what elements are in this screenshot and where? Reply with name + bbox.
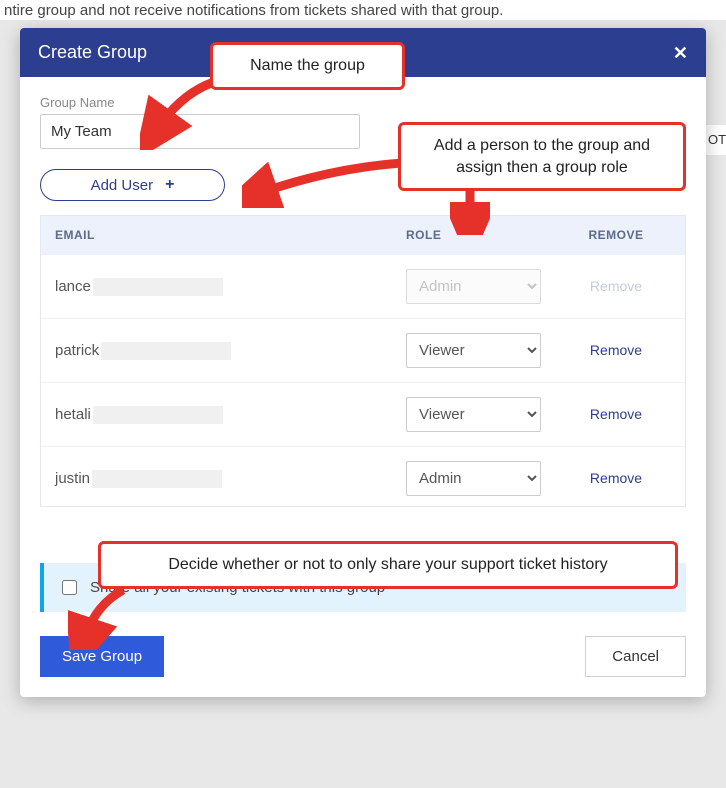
remove-cell: Remove [561, 470, 671, 488]
table-row: hetaliAdminViewer Remove [41, 382, 685, 446]
close-icon[interactable]: ✕ [673, 44, 688, 62]
background-fragment: OT [704, 125, 726, 155]
role-cell: AdminViewer [406, 333, 561, 368]
user-email: lance [55, 278, 406, 296]
remove-cell: Remove [561, 406, 671, 424]
user-email: justin [55, 470, 406, 488]
remove-cell: Remove [561, 278, 671, 296]
redacted-text [92, 470, 222, 488]
redacted-text [101, 342, 231, 360]
role-select[interactable]: AdminViewer [406, 461, 541, 496]
add-user-button[interactable]: Add User + [40, 169, 225, 201]
annotation-share-decide: Decide whether or not to only share your… [98, 541, 678, 589]
remove-cell: Remove [561, 342, 671, 360]
role-cell: AdminViewer [406, 269, 561, 304]
annotation-name-group: Name the group [210, 42, 405, 90]
column-header-email: EMAIL [55, 228, 406, 242]
user-table-header: EMAIL ROLE REMOVE [41, 216, 685, 254]
user-table: EMAIL ROLE REMOVE lanceAdminViewerRemove… [40, 215, 686, 507]
arrow-icon [68, 585, 138, 650]
arrow-icon [242, 158, 412, 208]
remove-link[interactable]: Remove [590, 470, 642, 486]
redacted-text [93, 278, 223, 296]
modal-title: Create Group [38, 42, 147, 63]
add-user-label: Add User [91, 177, 154, 194]
user-table-body[interactable]: lanceAdminViewerRemovepatrickAdminViewer… [41, 254, 685, 506]
remove-link[interactable]: Remove [590, 342, 642, 358]
role-cell: AdminViewer [406, 397, 561, 432]
role-cell: AdminViewer [406, 461, 561, 496]
user-email: patrick [55, 342, 406, 360]
user-email: hetali [55, 406, 406, 424]
background-help-text: ntire group and not receive notification… [0, 0, 726, 20]
redacted-text [93, 406, 223, 424]
role-select[interactable]: AdminViewer [406, 397, 541, 432]
table-row: justinAdminViewer Remove [41, 446, 685, 506]
role-select: AdminViewer [406, 269, 541, 304]
annotation-add-person: Add a person to the group and assign the… [398, 122, 686, 191]
table-row: patrickAdminViewer Remove [41, 318, 685, 382]
table-row: lanceAdminViewer Remove [41, 254, 685, 318]
cancel-button[interactable]: Cancel [585, 636, 686, 677]
role-select[interactable]: AdminViewer [406, 333, 541, 368]
remove-link[interactable]: Remove [590, 406, 642, 422]
plus-icon: + [165, 176, 174, 194]
remove-link: Remove [590, 278, 642, 294]
column-header-remove: REMOVE [561, 228, 671, 242]
group-name-label: Group Name [40, 95, 686, 110]
